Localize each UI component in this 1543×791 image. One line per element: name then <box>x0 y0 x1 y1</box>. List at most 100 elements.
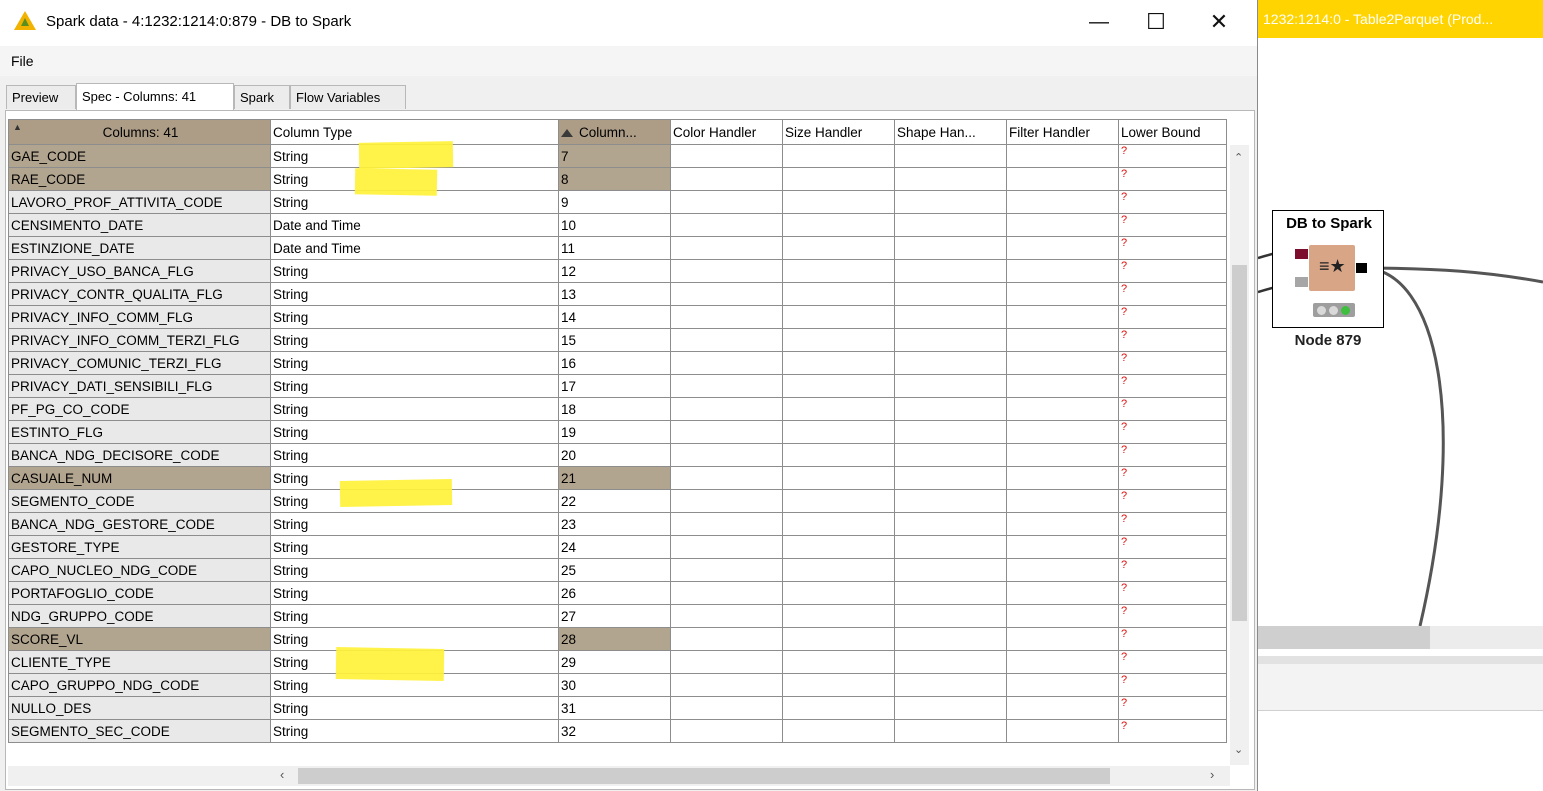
column-name-cell[interactable]: BANCA_NDG_GESTORE_CODE <box>8 512 271 536</box>
table-row[interactable]: PRIVACY_INFO_COMM_TERZI_FLG String 15? <box>8 328 1227 352</box>
size-handler-cell[interactable] <box>782 305 895 329</box>
shape-handler-cell[interactable] <box>894 558 1007 582</box>
filter-handler-cell[interactable] <box>1006 351 1119 375</box>
color-handler-cell[interactable] <box>670 443 783 467</box>
color-handler-cell[interactable] <box>670 213 783 237</box>
size-handler-cell[interactable] <box>782 190 895 214</box>
size-handler-cell[interactable] <box>782 466 895 490</box>
lower-bound-cell[interactable]: ? <box>1118 397 1227 421</box>
size-handler-cell[interactable] <box>782 512 895 536</box>
size-handler-cell[interactable] <box>782 420 895 444</box>
tab-flow-variables[interactable]: Flow Variables <box>290 85 406 109</box>
column-position-cell[interactable]: 11 <box>558 236 671 260</box>
color-handler-cell[interactable] <box>670 282 783 306</box>
shape-handler-cell[interactable] <box>894 489 1007 513</box>
shape-handler-cell[interactable] <box>894 259 1007 283</box>
lower-bound-cell[interactable]: ? <box>1118 558 1227 582</box>
horizontal-scroll-thumb[interactable] <box>298 768 1110 784</box>
filter-handler-cell[interactable] <box>1006 374 1119 398</box>
size-handler-cell[interactable] <box>782 719 895 743</box>
color-handler-cell[interactable] <box>670 328 783 352</box>
column-position-cell[interactable]: 7 <box>558 144 671 168</box>
column-header-shape-handler[interactable]: Shape Han... <box>894 119 1007 145</box>
filter-handler-cell[interactable] <box>1006 282 1119 306</box>
size-handler-cell[interactable] <box>782 282 895 306</box>
size-handler-cell[interactable] <box>782 443 895 467</box>
table-row[interactable]: PRIVACY_INFO_COMM_FLG String 14? <box>8 305 1227 329</box>
column-header-size-handler[interactable]: Size Handler <box>782 119 895 145</box>
table-row[interactable]: GAE_CODE String 7? <box>8 144 1227 168</box>
column-name-cell[interactable]: SEGMENTO_SEC_CODE <box>8 719 271 743</box>
shape-handler-cell[interactable] <box>894 466 1007 490</box>
column-name-cell[interactable]: PRIVACY_USO_BANCA_FLG <box>8 259 271 283</box>
table-row[interactable]: LAVORO_PROF_ATTIVITA_CODE String 9? <box>8 190 1227 214</box>
column-name-cell[interactable]: CLIENTE_TYPE <box>8 650 271 674</box>
column-type-cell[interactable]: String <box>270 581 559 605</box>
column-type-cell[interactable]: String <box>270 305 559 329</box>
size-handler-cell[interactable] <box>782 627 895 651</box>
column-position-cell[interactable]: 30 <box>558 673 671 697</box>
node-output-port[interactable] <box>1356 263 1367 273</box>
color-handler-cell[interactable] <box>670 397 783 421</box>
shape-handler-cell[interactable] <box>894 328 1007 352</box>
table-row[interactable]: BANCA_NDG_GESTORE_CODE String 23? <box>8 512 1227 536</box>
color-handler-cell[interactable] <box>670 558 783 582</box>
column-position-cell[interactable]: 13 <box>558 282 671 306</box>
column-type-cell[interactable]: String <box>270 558 559 582</box>
lower-bound-cell[interactable]: ? <box>1118 144 1227 168</box>
size-handler-cell[interactable] <box>782 558 895 582</box>
tab-spec[interactable]: Spec - Columns: 41 <box>76 83 234 111</box>
column-name-cell[interactable]: PRIVACY_DATI_SENSIBILI_FLG <box>8 374 271 398</box>
filter-handler-cell[interactable] <box>1006 558 1119 582</box>
lower-bound-cell[interactable]: ? <box>1118 489 1227 513</box>
shape-handler-cell[interactable] <box>894 374 1007 398</box>
column-name-cell[interactable]: ESTINTO_FLG <box>8 420 271 444</box>
vertical-scroll-thumb[interactable] <box>1232 265 1247 621</box>
size-handler-cell[interactable] <box>782 650 895 674</box>
table-row[interactable]: SEGMENTO_CODE String 22? <box>8 489 1227 513</box>
column-position-cell[interactable]: 26 <box>558 581 671 605</box>
color-handler-cell[interactable] <box>670 190 783 214</box>
column-type-cell[interactable]: String <box>270 604 559 628</box>
filter-handler-cell[interactable] <box>1006 604 1119 628</box>
table-row[interactable]: CLIENTE_TYPE String 29? <box>8 650 1227 674</box>
shape-handler-cell[interactable] <box>894 443 1007 467</box>
node-input-port-db[interactable] <box>1295 249 1308 259</box>
column-type-cell[interactable]: Date and Time <box>270 236 559 260</box>
filter-handler-cell[interactable] <box>1006 259 1119 283</box>
lower-bound-cell[interactable]: ? <box>1118 190 1227 214</box>
table-row[interactable]: CAPO_GRUPPO_NDG_CODE String 30? <box>8 673 1227 697</box>
lower-bound-cell[interactable]: ? <box>1118 627 1227 651</box>
column-header-lower-bound[interactable]: Lower Bound <box>1118 119 1227 145</box>
column-name-cell[interactable]: CENSIMENTO_DATE <box>8 213 271 237</box>
column-position-cell[interactable]: 9 <box>558 190 671 214</box>
column-name-cell[interactable]: PORTAFOGLIO_CODE <box>8 581 271 605</box>
filter-handler-cell[interactable] <box>1006 673 1119 697</box>
shape-handler-cell[interactable] <box>894 236 1007 260</box>
column-type-cell[interactable]: String <box>270 719 559 743</box>
table-row[interactable]: CAPO_NUCLEO_NDG_CODE String 25? <box>8 558 1227 582</box>
column-type-cell[interactable]: String <box>270 351 559 375</box>
column-position-cell[interactable]: 17 <box>558 374 671 398</box>
maximize-button[interactable]: ☐ <box>1127 0 1185 46</box>
color-handler-cell[interactable] <box>670 420 783 444</box>
column-header-type[interactable]: Column Type <box>270 119 559 145</box>
column-name-cell[interactable]: PRIVACY_CONTR_QUALITA_FLG <box>8 282 271 306</box>
size-handler-cell[interactable] <box>782 213 895 237</box>
shape-handler-cell[interactable] <box>894 696 1007 720</box>
shape-handler-cell[interactable] <box>894 190 1007 214</box>
column-position-cell[interactable]: 19 <box>558 420 671 444</box>
column-position-cell[interactable]: 16 <box>558 351 671 375</box>
lower-bound-cell[interactable]: ? <box>1118 512 1227 536</box>
color-handler-cell[interactable] <box>670 535 783 559</box>
shape-handler-cell[interactable] <box>894 351 1007 375</box>
size-handler-cell[interactable] <box>782 328 895 352</box>
db-to-spark-node[interactable]: DB to Spark ≡★ <box>1272 210 1384 328</box>
column-header-columns[interactable]: ▲ Columns: 41 <box>8 119 271 145</box>
shape-handler-cell[interactable] <box>894 213 1007 237</box>
filter-handler-cell[interactable] <box>1006 489 1119 513</box>
column-type-cell[interactable]: String <box>270 535 559 559</box>
color-handler-cell[interactable] <box>670 650 783 674</box>
filter-handler-cell[interactable] <box>1006 650 1119 674</box>
column-position-cell[interactable]: 29 <box>558 650 671 674</box>
